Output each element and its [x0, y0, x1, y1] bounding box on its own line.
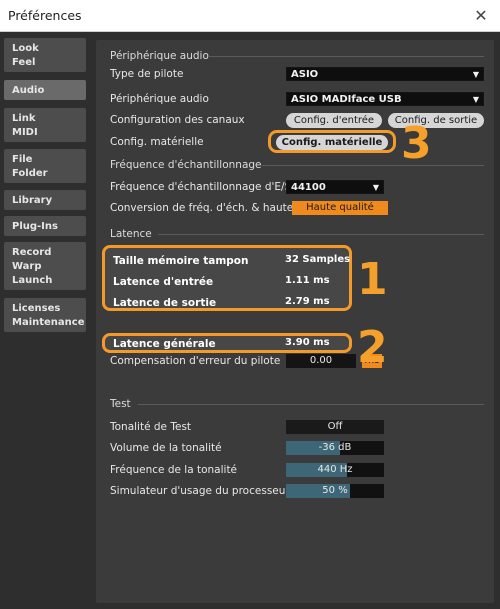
input-config-button[interactable]: Config. d'entrée [286, 113, 382, 128]
test-tone-label: Tonalité de Test [110, 421, 192, 433]
tab-library[interactable]: Library [4, 190, 86, 210]
divider [262, 165, 484, 166]
annotation-number-2: 2 [357, 322, 388, 373]
driver-error-comp-label: Compensation d'erreur du pilote [110, 355, 281, 367]
close-icon[interactable]: ✕ [470, 6, 492, 26]
window-title: Préférences [8, 8, 82, 23]
driver-error-comp-field[interactable]: 0.00 [286, 354, 356, 368]
tab-licenses-maintenance[interactable]: Licenses Maintenance [4, 298, 86, 332]
cpu-simulator-value: 50 % [322, 485, 348, 496]
section-sample-rate: Fréquence d'échantillonnage [110, 159, 262, 171]
tab-file-folder[interactable]: File Folder [4, 149, 86, 183]
overall-latency-label: Latence générale [113, 338, 216, 350]
preferences-window: Look Feel Audio Link MIDI File Folder Li… [0, 32, 500, 609]
tone-frequency-value: 440 Hz [317, 464, 353, 475]
tab-audio[interactable]: Audio [4, 80, 86, 100]
tone-volume-label: Volume de la tonalité [110, 442, 222, 454]
divider [208, 56, 484, 57]
audio-device-dropdown[interactable]: ASIO MADIface USB ▼ [286, 92, 484, 106]
test-tone-toggle[interactable]: Off [286, 420, 384, 434]
annotation-number-3: 3 [401, 118, 432, 169]
channel-config-label: Configuration des canaux [110, 114, 245, 126]
buffer-size-value[interactable]: 32 Samples [285, 254, 350, 265]
latency-highlight-box: Taille mémoire tampon 32 Samples Latence… [102, 245, 352, 311]
tab-look-feel[interactable]: Look Feel [4, 38, 86, 72]
cpu-simulator-slider[interactable]: 50 % [286, 484, 384, 498]
tone-volume-slider[interactable]: -36 dB [286, 441, 384, 455]
output-latency-value: 2.79 ms [285, 296, 330, 307]
overall-latency-value: 3.90 ms [285, 337, 330, 348]
section-test: Test [110, 398, 131, 410]
sidebar: Look Feel Audio Link MIDI File Folder Li… [4, 38, 86, 603]
hardware-config-label: Config. matérielle [110, 136, 204, 148]
buffer-size-label: Taille mémoire tampon [113, 255, 249, 267]
audio-device-value: ASIO MADIface USB [291, 94, 402, 105]
audio-device-label: Périphérique audio [110, 93, 209, 105]
io-sample-rate-value: 44100 [291, 182, 326, 193]
driver-type-dropdown[interactable]: ASIO ▼ [286, 67, 484, 81]
conversion-label: Conversion de fréq. d'éch. & hauteur [110, 202, 305, 214]
tab-record-warp-launch[interactable]: Record Warp Launch [4, 242, 86, 290]
overall-latency-highlight-box: Latence générale 3.90 ms [102, 333, 352, 353]
annotation-number-1: 1 [357, 254, 388, 305]
section-latency: Latence [110, 228, 152, 240]
audio-settings-panel: Périphérique audio Type de pilote ASIO ▼… [96, 40, 494, 603]
dropdown-arrow-icon: ▼ [472, 95, 479, 104]
output-latency-label: Latence de sortie [113, 297, 217, 309]
tab-link-midi[interactable]: Link MIDI [4, 108, 86, 142]
conversion-quality-toggle[interactable]: Haute qualité [292, 201, 388, 215]
divider [158, 234, 484, 235]
hardware-config-highlight-box [268, 130, 396, 153]
divider [138, 404, 484, 405]
tone-frequency-label: Fréquence de la tonalité [110, 464, 238, 476]
tone-volume-value: -36 dB [318, 442, 352, 453]
title-bar: Préférences ✕ [0, 0, 500, 32]
dropdown-arrow-icon: ▼ [472, 70, 479, 79]
tone-frequency-slider[interactable]: 440 Hz [286, 463, 384, 477]
dropdown-arrow-icon: ▼ [372, 183, 379, 192]
io-sample-rate-label: Fréquence d'échantillonnage d'E/S [110, 181, 292, 193]
driver-type-value: ASIO [291, 69, 319, 80]
input-latency-value: 1.11 ms [285, 275, 330, 286]
input-latency-label: Latence d'entrée [113, 276, 214, 288]
driver-type-label: Type de pilote [110, 68, 184, 80]
tab-plug-ins[interactable]: Plug-Ins [4, 216, 86, 236]
cpu-simulator-label: Simulateur d'usage du processeur [110, 485, 290, 497]
section-audio-device: Périphérique audio [110, 50, 209, 62]
io-sample-rate-dropdown[interactable]: 44100 ▼ [286, 180, 384, 194]
